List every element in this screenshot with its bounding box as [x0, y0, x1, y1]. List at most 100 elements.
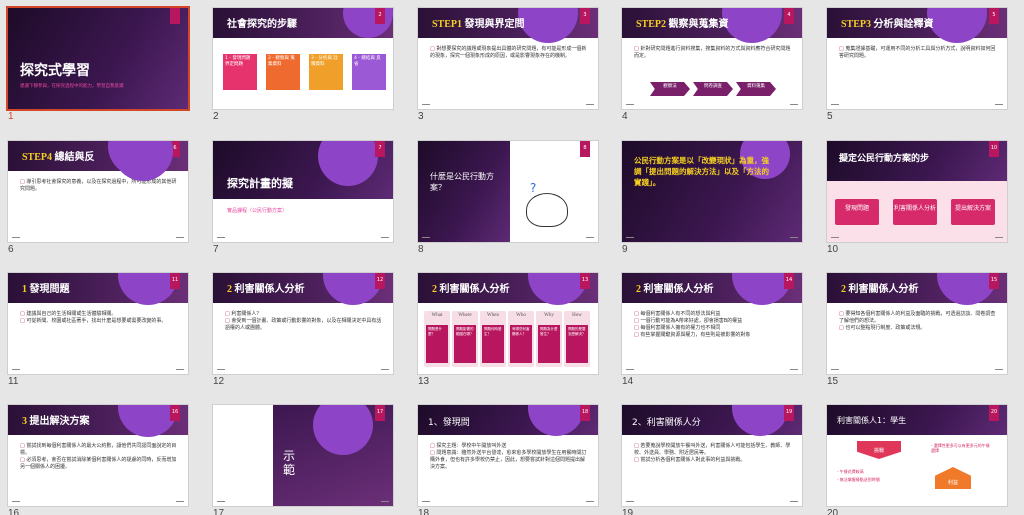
slide-thumbnail-11[interactable]: 111 發現問題建議與自己的生活相關或生活體驗相關。可從新聞、校園或社區著手，找…: [8, 273, 197, 387]
page-number-tag: 7: [375, 141, 385, 157]
slide-thumbnail-7[interactable]: 7 探究計畫的擬 實品課程（公民行動方案） 7: [213, 141, 402, 255]
title-prefix: 3: [22, 416, 27, 427]
slide-thumbnail-17[interactable]: 17 示範 17: [213, 405, 402, 515]
slide-sorter-grid: 探究式學習 建議下靜參與，在探究過程中的能力，學習自我意識 1 2 社會探究的步驟 1 -…: [0, 0, 1024, 515]
title-prefix: STEP2: [636, 19, 667, 30]
slide-thumbnail-10[interactable]: 10 擬定公民行動方案的步 發現問題 利害關係人分析 提出解決方案 10: [827, 141, 1016, 255]
slide-number: 20: [827, 508, 839, 515]
question-card: Where 問題影響的範圍在哪？: [452, 311, 478, 367]
slide-title: 什麼是公民行動方案？: [430, 172, 494, 192]
slide-thumbnail-9[interactable]: 公民行動方案是以「改變現狀」為重，強調「提出問題的解決方法」以及「方法的實踐」。…: [622, 141, 811, 255]
slide-title: 2 利害關係人分析: [841, 280, 919, 295]
title-text: 利害關係人分析: [643, 284, 714, 295]
slide-thumbnail-12[interactable]: 12 2 利害關係人分析利害關係人？會受到一個計畫、政策或行動影響的對象，以及在相…: [213, 273, 402, 387]
process-arrow: 觀察法: [650, 82, 690, 96]
title-text: 利害關係人分析: [234, 284, 305, 295]
title-prefix: STEP3: [841, 19, 872, 30]
analysis-label: - 無法掌握餐點送到時間: [837, 477, 880, 482]
slide-title: 2、利害關係人分: [632, 418, 701, 428]
title-prefix: 2: [432, 284, 437, 295]
bullet-item: 每個利害關係人擁有的權力也不相同: [634, 325, 792, 332]
slide-thumbnail-16[interactable]: 16 3 提出解決方案嘗試找到每個利害關係人的最大公約數，讓他們共同認同面說定的目…: [8, 405, 197, 515]
bullet-item: 有些掌握關鍵資源與權力，有些則是被影響的對象: [634, 332, 792, 339]
footer-line: [626, 501, 634, 502]
slide-number: 8: [418, 244, 424, 255]
page-number-tag: 8: [580, 141, 590, 157]
card-heading: How: [572, 313, 582, 318]
footer-line: [586, 237, 594, 238]
card-body: 問題為什麼發生？: [538, 325, 560, 363]
slide-thumbnail-15[interactable]: 15 2 利害關係人分析要得知各個利害關係人的利益及面臨的挑戰，可透過訪談、問卷調…: [827, 273, 1016, 387]
slide-thumbnail-1[interactable]: 探究式學習 建議下靜參與，在探究過程中的能力，學習自我意識 1: [8, 8, 197, 122]
title-text: 分析與詮釋資: [873, 19, 934, 30]
footer-line: [626, 237, 634, 238]
step-box: 3 - 分析與 詮釋資料: [309, 54, 343, 90]
title-text: 觀察與蒐集資: [668, 19, 729, 30]
slide-thumbnail-8[interactable]: 8 什麼是公民行動方案？? 8: [418, 141, 607, 255]
slide-subtitle: 實品課程（公民行動方案）: [227, 208, 288, 214]
card-heading: What: [431, 313, 443, 318]
slide-thumbnail-5[interactable]: 5 STEP3 分析與詮釋資蒐集證據基礎，可運用不同的分析工具與分析方式，說明資料…: [827, 8, 1016, 122]
slide-canvas: 10 擬定公民行動方案的步 發現問題 利害關係人分析 提出解決方案: [827, 141, 1007, 242]
slide-number: 1: [8, 111, 14, 122]
benefit-arrow: 利益: [935, 467, 971, 489]
slide-canvas: 16 3 提出解決方案嘗試找到每個利害關係人的最大公約數，讓他們共同認同面說定的目…: [8, 405, 188, 506]
footer-line: [381, 237, 389, 238]
slide-thumbnail-2[interactable]: 2 社會探究的步驟 1 - 發現問題 界定問題 2 - 觀察與 蒐集資料 3 - 分析與…: [213, 8, 402, 122]
slide-thumbnail-4[interactable]: 4 STEP2 觀察與蒐集資針對研究問題進行資料搜集，搜集資料的方式與資料應符合研…: [622, 8, 811, 122]
page-number-tag: 20: [989, 405, 999, 421]
footer-line: [790, 237, 798, 238]
footer-line: [422, 237, 430, 238]
card-body: 問題的是要怎麼解決？: [566, 325, 588, 363]
footer-line: [381, 369, 389, 370]
page-number-tag: [170, 8, 180, 24]
slide-number: 2: [213, 111, 219, 122]
bullet-list: 針對研究問題進行資料搜集，搜集資料的方式與資料應符合研究問題而定。: [634, 46, 792, 60]
page-number-tag: 15: [989, 273, 999, 289]
title-text: 社會探究的步驟: [227, 19, 297, 30]
analysis-label: - 選擇性更多可以有更多元的午餐選擇: [931, 443, 990, 453]
step-box: 利害關係人分析: [893, 199, 937, 225]
card-body: 問題是什麼？: [426, 325, 448, 363]
footer-line: [422, 501, 430, 502]
slide-number: 7: [213, 244, 219, 255]
slide-number: 18: [418, 508, 430, 515]
footer-line: [217, 501, 225, 502]
slide-thumbnail-19[interactable]: 19 2、利害關係人分若要蒐說學校開放午餐叫外送，利害關係人可能包括學生、教師、學…: [622, 405, 811, 515]
slide-title: 社會探究的步驟: [227, 15, 297, 30]
step-box: 提出解決方案: [951, 199, 995, 225]
footer-line: [995, 104, 1003, 105]
slide-canvas: 18 1、發現問探究主題：學校中午開放叫外送問題意識：雖然外送平台發達，愈來愈多學…: [418, 405, 598, 506]
page-number-tag: 12: [375, 273, 385, 289]
slide-thumbnail-6[interactable]: 6 STEP4 總結與反導引思考社會探究的意義，以及在探究過程中，所可能形成的其他…: [8, 141, 197, 255]
page-number-tag: 5: [989, 8, 999, 24]
bullet-item: 問題意識：雖然外送平台發達，愈來愈多學校開放學生在用餐時間訂購外食，但也有許多學…: [430, 450, 588, 471]
slide-thumbnail-3[interactable]: 3 STEP1 發現與界定問對想要探究的議題或現象提出具體的研究問題，有可能是形成…: [418, 8, 607, 122]
slide-number: 9: [622, 244, 628, 255]
footer-line: [586, 104, 594, 105]
page-number-tag: 11: [170, 273, 180, 289]
title-prefix: 2: [227, 284, 232, 295]
slide-thumbnail-13[interactable]: 13 2 利害關係人分析 What 問題是什麼？ Where 問題影響的範圍在哪？ When…: [418, 273, 607, 387]
title-prefix: STEP4: [22, 152, 53, 163]
question-card: Who 有哪些利害關係人？: [508, 311, 534, 367]
bullet-list: 每個利害關係人有不同的想法與利益一個行動可能為A帶來好處，卻會損害B的權益每個利…: [634, 311, 792, 339]
footer-line: [217, 369, 225, 370]
slide-thumbnail-14[interactable]: 14 2 利害關係人分析每個利害關係人有不同的想法與利益一個行動可能為A帶來好處，…: [622, 273, 811, 387]
title-text: 提出解決方案: [29, 416, 90, 427]
slide-title: 2 利害關係人分析: [227, 280, 305, 295]
bullet-item: 嘗試分析各個利害關係人對此事的利益與挑戰。: [634, 457, 792, 464]
slide-canvas: 4 STEP2 觀察與蒐集資針對研究問題進行資料搜集，搜集資料的方式與資料應符合研…: [622, 8, 802, 109]
footer-line: [586, 501, 594, 502]
footer-line: [831, 237, 839, 238]
slide-thumbnail-20[interactable]: 20 利害關係人1：學生 挑戰 利益 - 午餐花費較高 - 無法掌握餐點送到時間 - 選擇性…: [827, 405, 1016, 515]
question-card: Why 問題為什麼發生？: [536, 311, 562, 367]
footer-line: [176, 369, 184, 370]
bullet-list: 嘗試找到每個利害關係人的最大公約數，讓他們共同認同面說定的目標。必須思考，會否在…: [20, 443, 178, 471]
slide-thumbnail-18[interactable]: 18 1、發現問探究主題：學校中午開放叫外送問題意識：雖然外送平台發達，愈來愈多學…: [418, 405, 607, 515]
bullet-list: 導引思考社會探究的意義，以及在探究過程中，所可能形成的其他研究問題。: [20, 179, 178, 193]
slide-canvas: 19 2、利害關係人分若要蒐說學校開放午餐叫外送，利害關係人可能包括學生、教師、學…: [622, 405, 802, 506]
process-arrow: 資料蒐集: [736, 82, 776, 96]
page-number-tag: 3: [580, 8, 590, 24]
decor-circle: [927, 8, 987, 43]
